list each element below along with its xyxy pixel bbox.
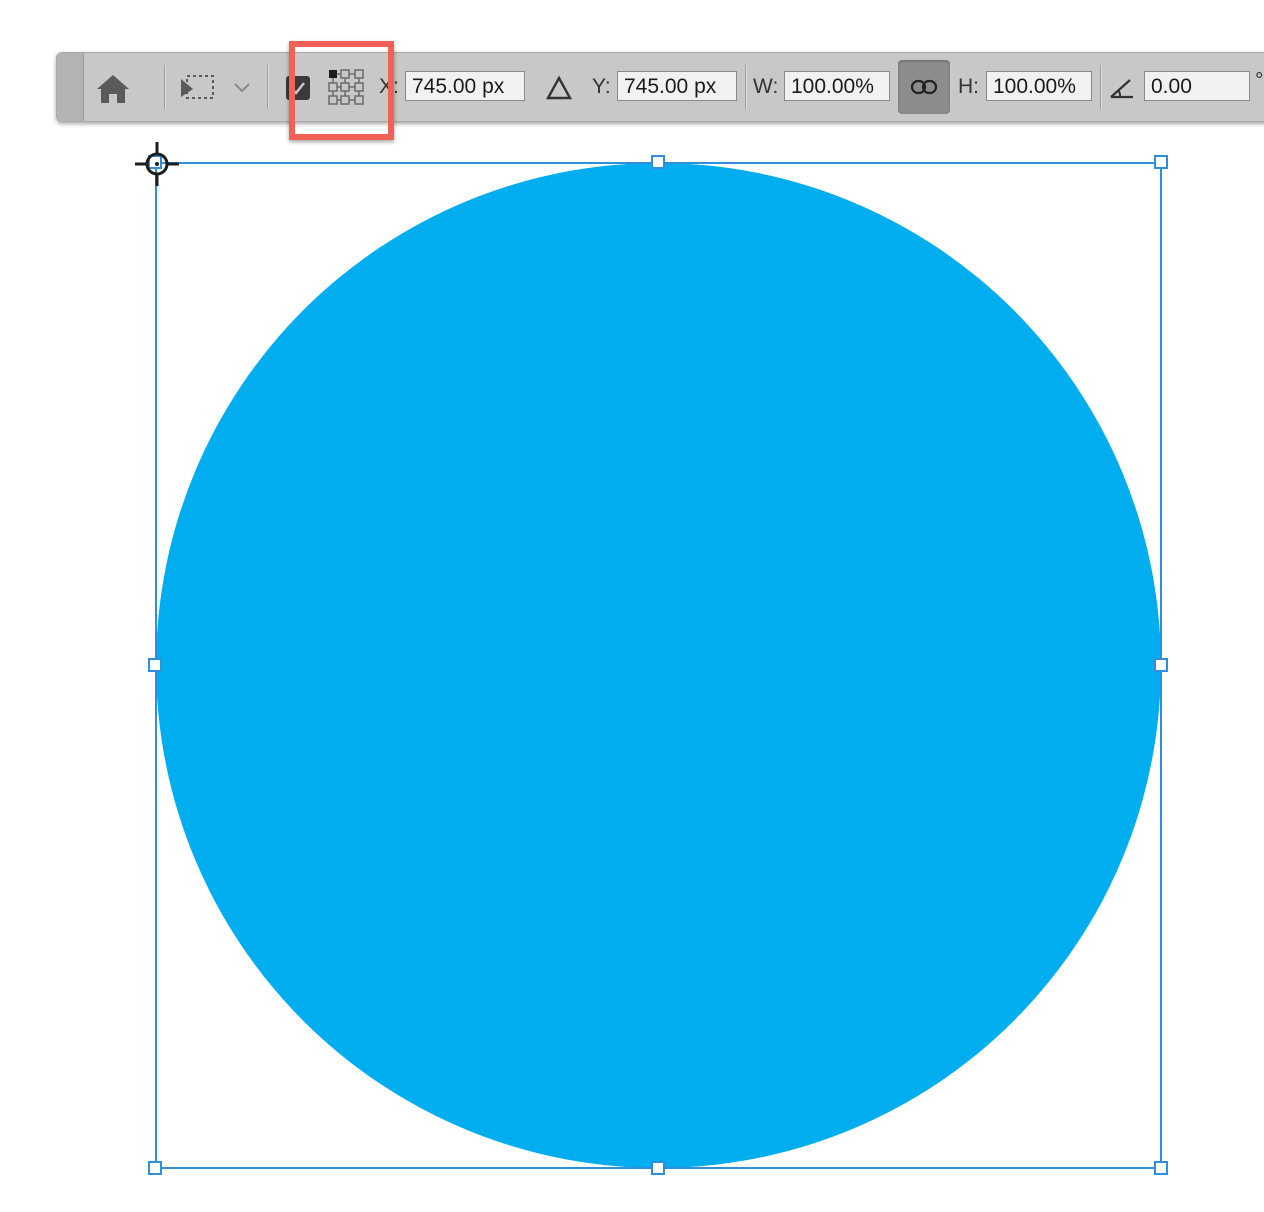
angle-unit: ° [1255,69,1264,92]
rotation-angle-icon [1108,75,1136,106]
relative-position-delta-icon[interactable] [545,75,573,106]
rotation-angle-field[interactable]: 0.00 [1144,71,1250,101]
handle-top-center[interactable] [651,155,665,169]
handle-bottom-left[interactable] [148,1161,162,1175]
reference-point-highlight-box [289,41,394,140]
divider [745,65,746,109]
x-position-field[interactable]: 745.00 px [405,71,525,101]
transform-selection-icon[interactable] [179,71,217,110]
handle-middle-right[interactable] [1154,658,1168,672]
chevron-down-icon[interactable] [233,81,251,99]
handle-bottom-right[interactable] [1154,1161,1168,1175]
h-label: H: [958,75,979,98]
maintain-aspect-ratio-button[interactable] [898,60,950,114]
photoshop-transform-view: X: 745.00 px Y: 745.00 px W: 100.00% H: [0,0,1264,1212]
options-bar-grip[interactable] [57,53,84,121]
y-position-field[interactable]: 745.00 px [617,71,737,101]
divider [267,65,268,109]
divider [164,65,165,109]
handle-top-right[interactable] [1154,155,1168,169]
y-label: Y: [592,75,611,98]
w-label: W: [753,75,779,98]
width-field[interactable]: 100.00% [784,71,890,101]
reference-point-crosshair-icon[interactable] [133,140,181,193]
transform-bounding-box[interactable] [155,162,1162,1169]
handle-middle-left[interactable] [148,658,162,672]
link-icon [910,78,938,101]
height-field[interactable]: 100.00% [986,71,1092,101]
divider [1100,65,1101,109]
home-icon[interactable] [95,73,131,110]
handle-bottom-center[interactable] [651,1161,665,1175]
options-bar: X: 745.00 px Y: 745.00 px W: 100.00% H: [56,52,1264,122]
